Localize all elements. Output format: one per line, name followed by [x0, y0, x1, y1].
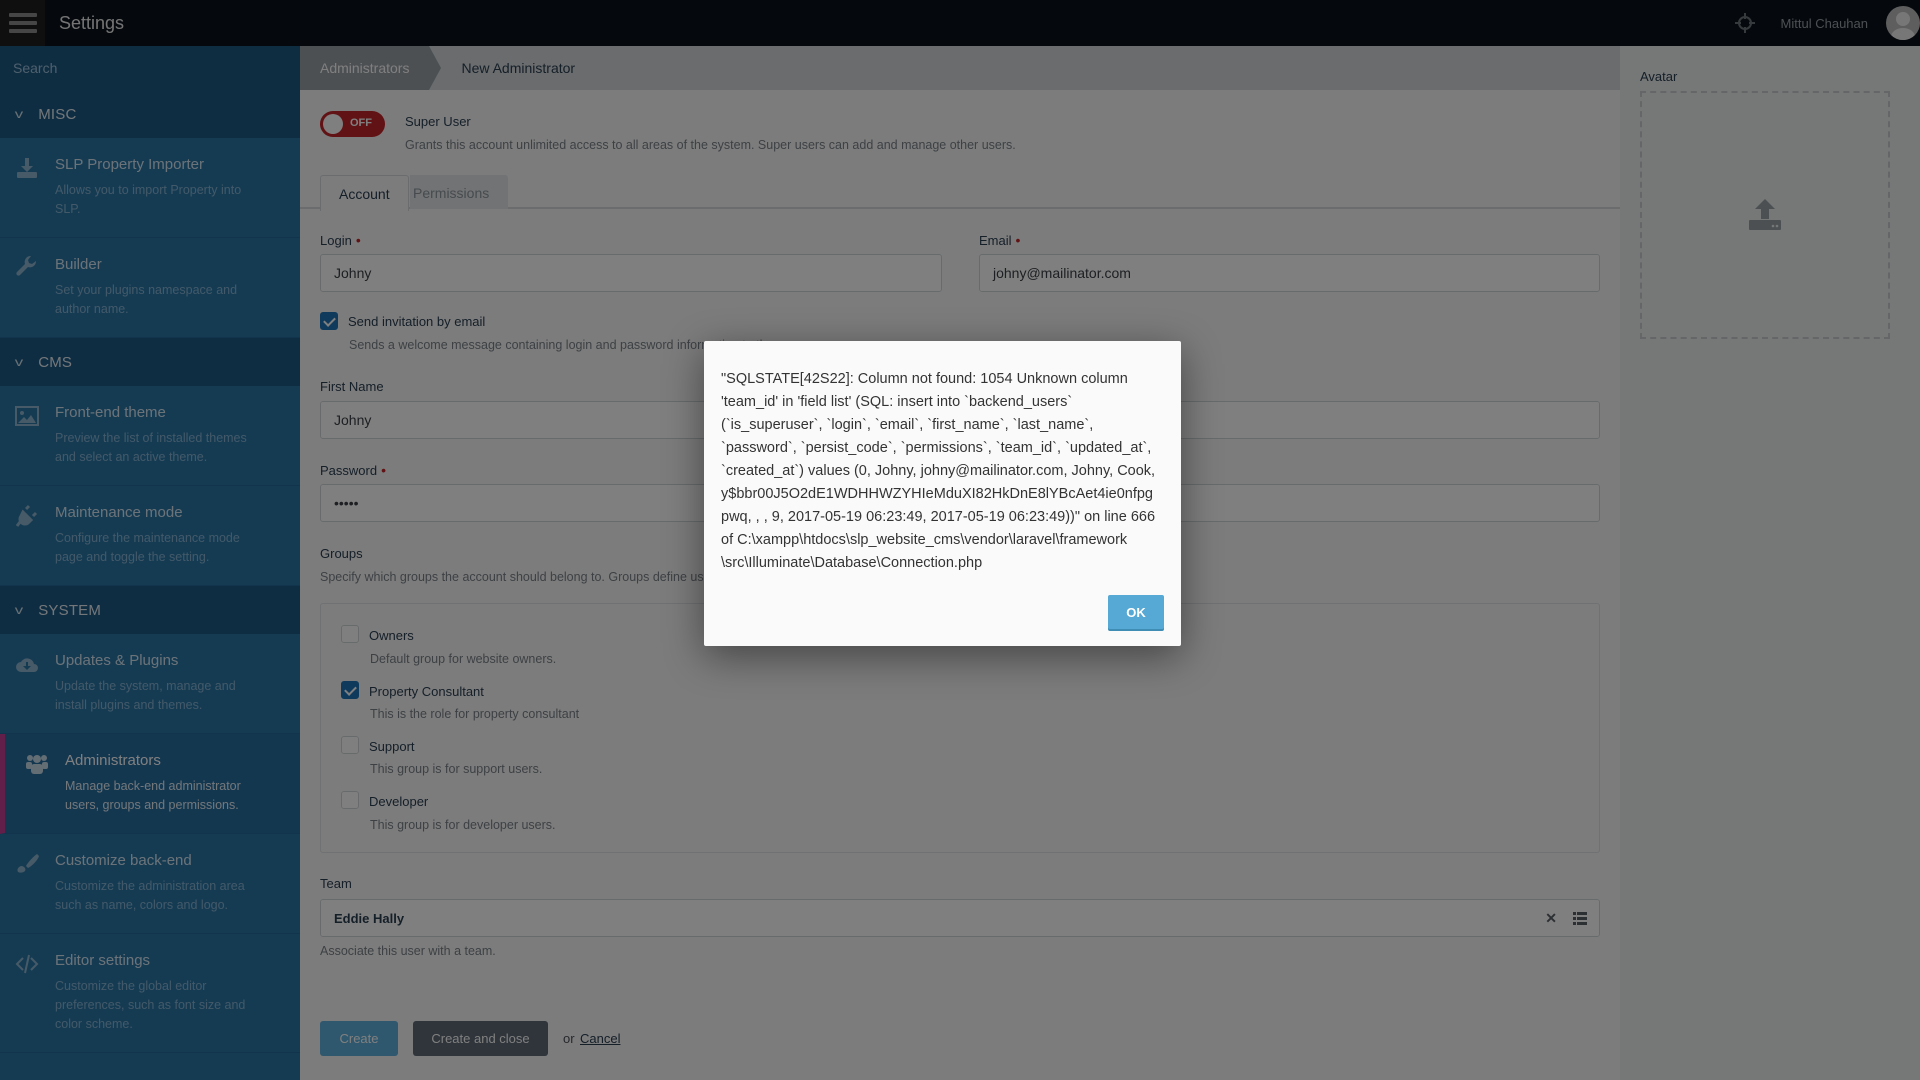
error-message: "SQLSTATE[42S22]: Column not found: 1054… [721, 371, 1156, 571]
ok-button[interactable]: OK [1108, 595, 1164, 629]
error-dialog: "SQLSTATE[42S22]: Column not found: 1054… [704, 341, 1181, 646]
